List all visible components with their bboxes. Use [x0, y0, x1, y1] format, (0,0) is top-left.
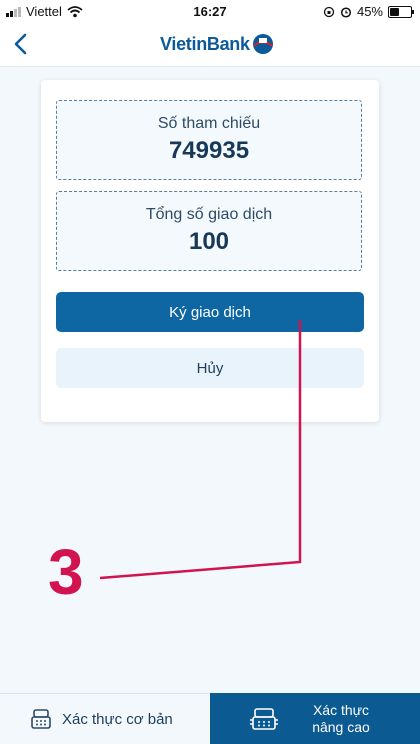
tab-basic-auth[interactable]: Xác thực cơ bản [0, 693, 210, 744]
advanced-auth-icon [250, 707, 278, 730]
tab-advanced-label-line1: Xác thực [312, 701, 370, 718]
tab-advanced-auth[interactable]: Xác thực nâng cao [210, 693, 420, 744]
basic-keypad-icon [31, 709, 51, 729]
tab-basic-label: Xác thực cơ bản [62, 710, 173, 728]
auth-tab-bar: Xác thực cơ bản Xác thực nâng cao [0, 693, 420, 744]
annotation-number: 3 [48, 536, 84, 608]
tab-advanced-label-line2: nâng cao [312, 718, 370, 735]
annotation-arrow [99, 320, 302, 580]
tab-advanced-label: Xác thực nâng cao [301, 702, 381, 736]
